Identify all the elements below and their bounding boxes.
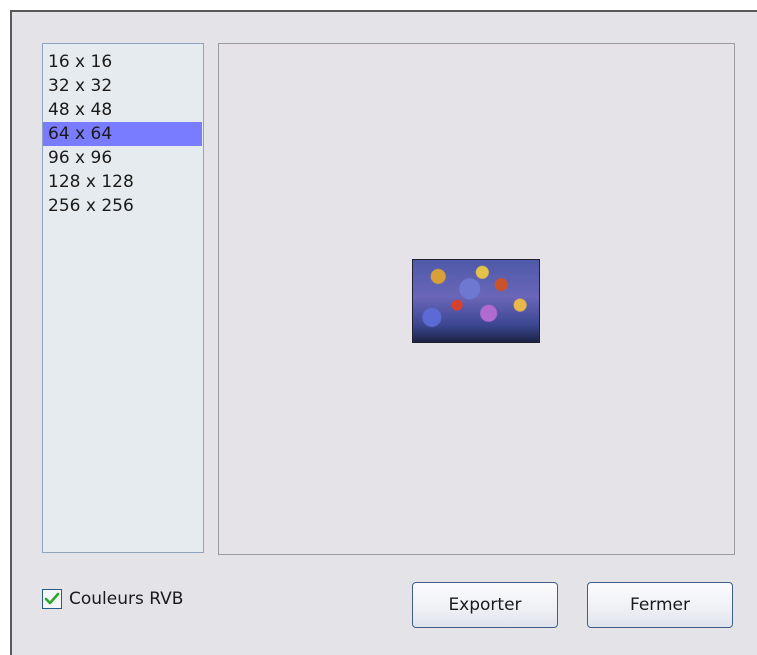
close-button[interactable]: Fermer bbox=[587, 582, 733, 628]
size-item-32[interactable]: 32 x 32 bbox=[43, 74, 203, 98]
size-item-64[interactable]: 64 x 64 bbox=[43, 122, 202, 146]
size-item-128[interactable]: 128 x 128 bbox=[43, 170, 203, 194]
export-button[interactable]: Exporter bbox=[412, 582, 558, 628]
size-item-48[interactable]: 48 x 48 bbox=[43, 98, 203, 122]
icon-export-dialog: 16 x 16 32 x 32 48 x 48 64 x 64 96 x 96 … bbox=[10, 10, 757, 655]
size-item-96[interactable]: 96 x 96 bbox=[43, 146, 203, 170]
rgb-colors-label: Couleurs RVB bbox=[69, 589, 184, 609]
size-item-256[interactable]: 256 x 256 bbox=[43, 194, 203, 218]
preview-image bbox=[412, 259, 540, 343]
rgb-colors-checkbox[interactable] bbox=[42, 589, 62, 609]
size-list[interactable]: 16 x 16 32 x 32 48 x 48 64 x 64 96 x 96 … bbox=[42, 43, 204, 553]
size-item-16[interactable]: 16 x 16 bbox=[43, 50, 203, 74]
checkmark-icon bbox=[44, 592, 60, 605]
preview-panel bbox=[218, 43, 735, 555]
